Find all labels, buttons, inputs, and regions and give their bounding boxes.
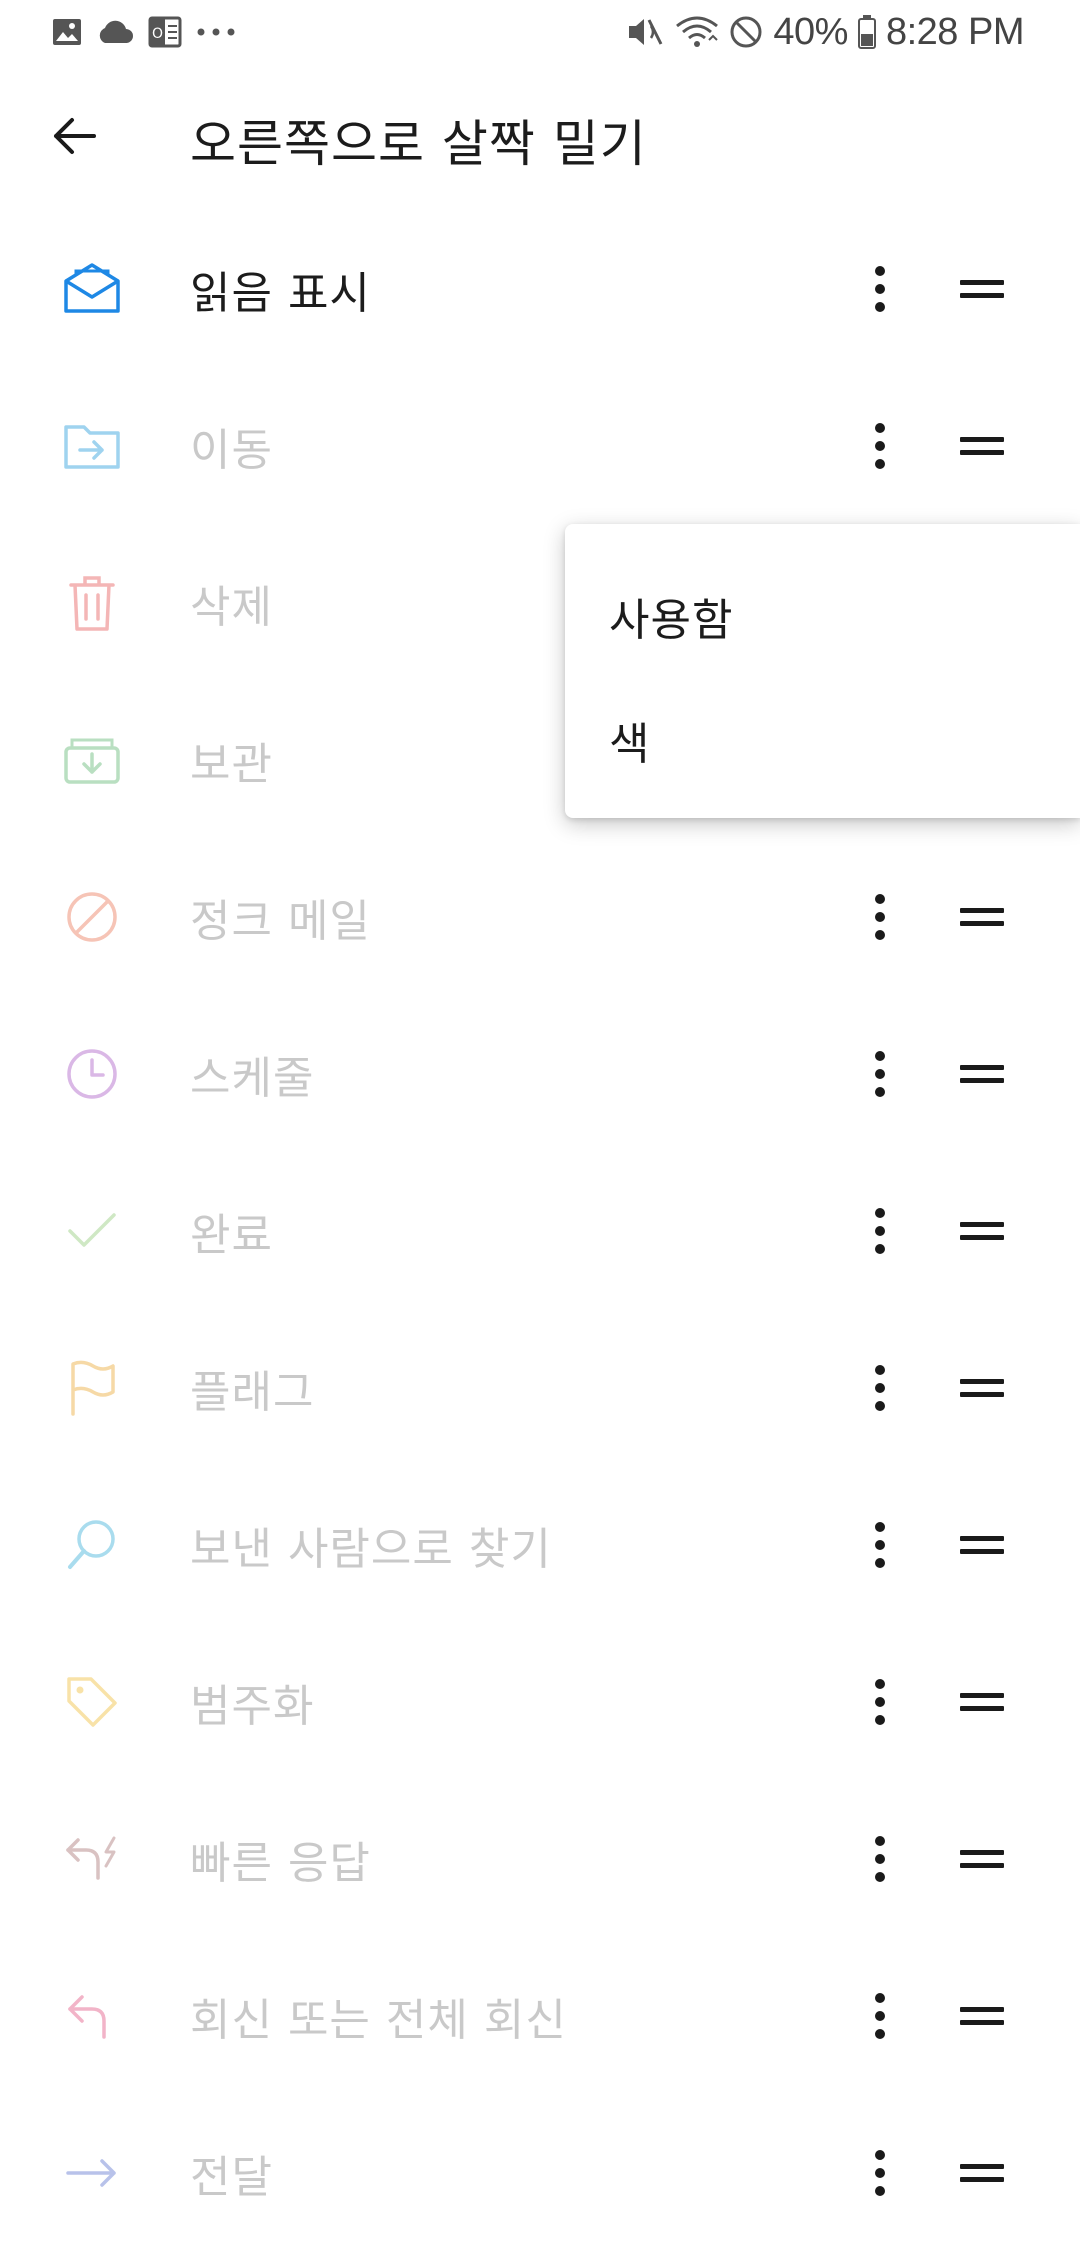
do-not-disturb-icon — [729, 15, 763, 49]
block-icon — [60, 885, 124, 949]
search-icon — [60, 1513, 124, 1577]
options-popup-menu: 사용함 색 — [565, 524, 1080, 818]
office-icon: O — [148, 16, 182, 48]
drag-handle[interactable] — [960, 897, 1012, 937]
more-options-button[interactable] — [856, 1980, 904, 2052]
menu-item-color[interactable]: 색 — [609, 708, 650, 772]
action-row-forward[interactable]: 전달 — [0, 2094, 1080, 2251]
drag-handle[interactable] — [960, 426, 1012, 466]
action-label: 완료 — [190, 1209, 273, 1261]
battery-icon — [857, 15, 876, 49]
flag-icon — [60, 1356, 124, 1420]
drag-handle[interactable] — [960, 2153, 1012, 2193]
action-row-schedule[interactable]: 스케줄 — [0, 995, 1080, 1152]
image-icon — [52, 17, 82, 47]
forward-icon — [60, 2141, 124, 2205]
tag-icon — [60, 1670, 124, 1734]
action-row-flag[interactable]: 플래그 — [0, 1309, 1080, 1466]
status-left-icons: O — [52, 14, 236, 50]
action-row-mark-read[interactable]: 읽음 표시 — [0, 210, 1080, 367]
menu-item-enable[interactable]: 사용함 — [609, 584, 733, 648]
archive-icon — [60, 728, 124, 792]
status-time: 8:28 PM — [885, 10, 1025, 53]
arrow-left-icon — [54, 118, 96, 154]
drag-handle[interactable] — [960, 1839, 1012, 1879]
svg-text:O: O — [152, 26, 163, 42]
page-title: 오른쪽으로 살짝 밀기 — [190, 115, 647, 173]
action-label: 전달 — [190, 2151, 273, 2203]
more-options-button[interactable] — [856, 410, 904, 482]
action-label: 빠른 응답 — [190, 1837, 371, 1889]
swipe-action-list: 읽음 표시 이동 삭제 보관 정크 메일 스케줄 완료 플래그 보낸 사람으로 … — [0, 210, 1080, 2251]
mail-open-icon — [60, 257, 124, 321]
more-options-button[interactable] — [856, 1195, 904, 1267]
mute-icon — [625, 14, 665, 50]
clock-icon — [60, 1042, 124, 1106]
cloud-icon — [96, 19, 134, 45]
more-options-button[interactable] — [856, 1823, 904, 1895]
action-row-categorize[interactable]: 범주화 — [0, 1623, 1080, 1780]
action-label: 삭제 — [190, 581, 273, 633]
drag-handle[interactable] — [960, 269, 1012, 309]
action-row-junk[interactable]: 정크 메일 — [0, 838, 1080, 995]
action-label: 보관 — [190, 738, 273, 790]
action-label: 읽음 표시 — [190, 267, 371, 319]
battery-percentage: 40% — [773, 10, 848, 53]
trash-icon — [60, 571, 124, 635]
more-options-button[interactable] — [856, 1352, 904, 1424]
app-bar: 오른쪽으로 살짝 밀기 — [0, 64, 1080, 212]
more-options-button[interactable] — [856, 1038, 904, 1110]
more-notifications-icon — [196, 27, 236, 37]
more-options-button[interactable] — [856, 881, 904, 953]
status-bar: O 40% 8:28 PM — [0, 0, 1080, 64]
action-label: 범주화 — [190, 1680, 315, 1732]
action-label: 스케줄 — [190, 1052, 315, 1104]
drag-handle[interactable] — [960, 1682, 1012, 1722]
action-row-quick-reply[interactable]: 빠른 응답 — [0, 1780, 1080, 1937]
drag-handle[interactable] — [960, 1996, 1012, 2036]
reply-icon — [60, 1984, 124, 2048]
action-row-move[interactable]: 이동 — [0, 367, 1080, 524]
folder-move-icon — [60, 414, 124, 478]
action-label: 보낸 사람으로 찾기 — [190, 1523, 552, 1575]
action-label: 정크 메일 — [190, 895, 371, 947]
action-row-done[interactable]: 완료 — [0, 1152, 1080, 1309]
status-right-icons: 40% 8:28 PM — [625, 8, 1025, 56]
check-icon — [60, 1199, 124, 1263]
drag-handle[interactable] — [960, 1525, 1012, 1565]
action-row-reply[interactable]: 회신 또는 전체 회신 — [0, 1937, 1080, 2094]
action-label: 회신 또는 전체 회신 — [190, 1994, 567, 2046]
more-options-button[interactable] — [856, 1509, 904, 1581]
drag-handle[interactable] — [960, 1054, 1012, 1094]
back-button[interactable] — [38, 100, 110, 172]
action-row-find-sender[interactable]: 보낸 사람으로 찾기 — [0, 1466, 1080, 1623]
action-label: 이동 — [190, 424, 273, 476]
more-options-button[interactable] — [856, 2137, 904, 2209]
drag-handle[interactable] — [960, 1368, 1012, 1408]
wifi-icon — [675, 14, 719, 50]
more-options-button[interactable] — [856, 1666, 904, 1738]
quick-reply-icon — [60, 1827, 124, 1891]
drag-handle[interactable] — [960, 1211, 1012, 1251]
more-options-button[interactable] — [856, 253, 904, 325]
action-label: 플래그 — [190, 1366, 315, 1418]
